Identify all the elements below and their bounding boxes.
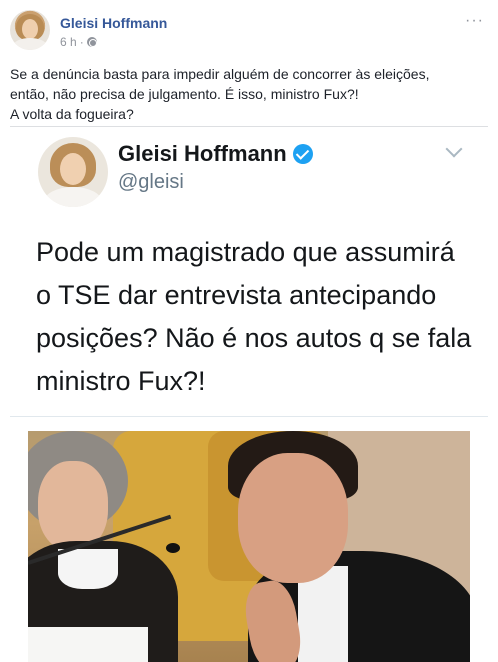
tweet-avatar-face [60,153,86,185]
post-text-line: A volta da fogueira? [10,106,134,122]
microphone-head [166,543,180,553]
avatar-shirt [13,38,47,50]
shared-image[interactable]: Gleisi Hoffmann @gleisi Pode um magistra… [10,126,488,662]
tweet-text: Pode um magistrado que assumirá o TSE da… [36,237,472,396]
man-figure [188,431,470,662]
meta-separator: · [79,35,84,49]
tweet-avatar-shirt [44,187,102,207]
post-header: Gleisi Hoffmann 6 h · ··· [10,10,488,54]
tweet-handle: @gleisi [118,171,184,193]
post-text-line: Se a denúncia basta para impedir alguém … [10,66,430,82]
avatar-face [22,19,38,39]
post-text-line: então, não precisa de julgamento. É isso… [10,86,359,102]
news-photo [28,431,470,662]
post-time-link[interactable]: 6 h [60,35,77,49]
woman-collar [58,549,118,589]
globe-icon[interactable] [86,37,97,47]
man-face [238,453,348,583]
post-text: Se a denúncia basta para impedir alguém … [10,64,488,124]
verified-icon [292,144,313,164]
tweet-avatar [38,137,108,207]
tweet-author-name: Gleisi Hoffmann [118,141,313,167]
post-meta: 6 h · [60,35,97,49]
paper-shape [28,627,148,662]
tweet-screenshot: Gleisi Hoffmann @gleisi Pode um magistra… [10,127,488,417]
author-name-link[interactable]: Gleisi Hoffmann [60,15,167,31]
more-icon[interactable]: ··· [465,12,484,30]
tweet-author-label: Gleisi Hoffmann [118,141,287,166]
chevron-down-icon [445,140,463,158]
author-avatar[interactable] [10,10,50,50]
